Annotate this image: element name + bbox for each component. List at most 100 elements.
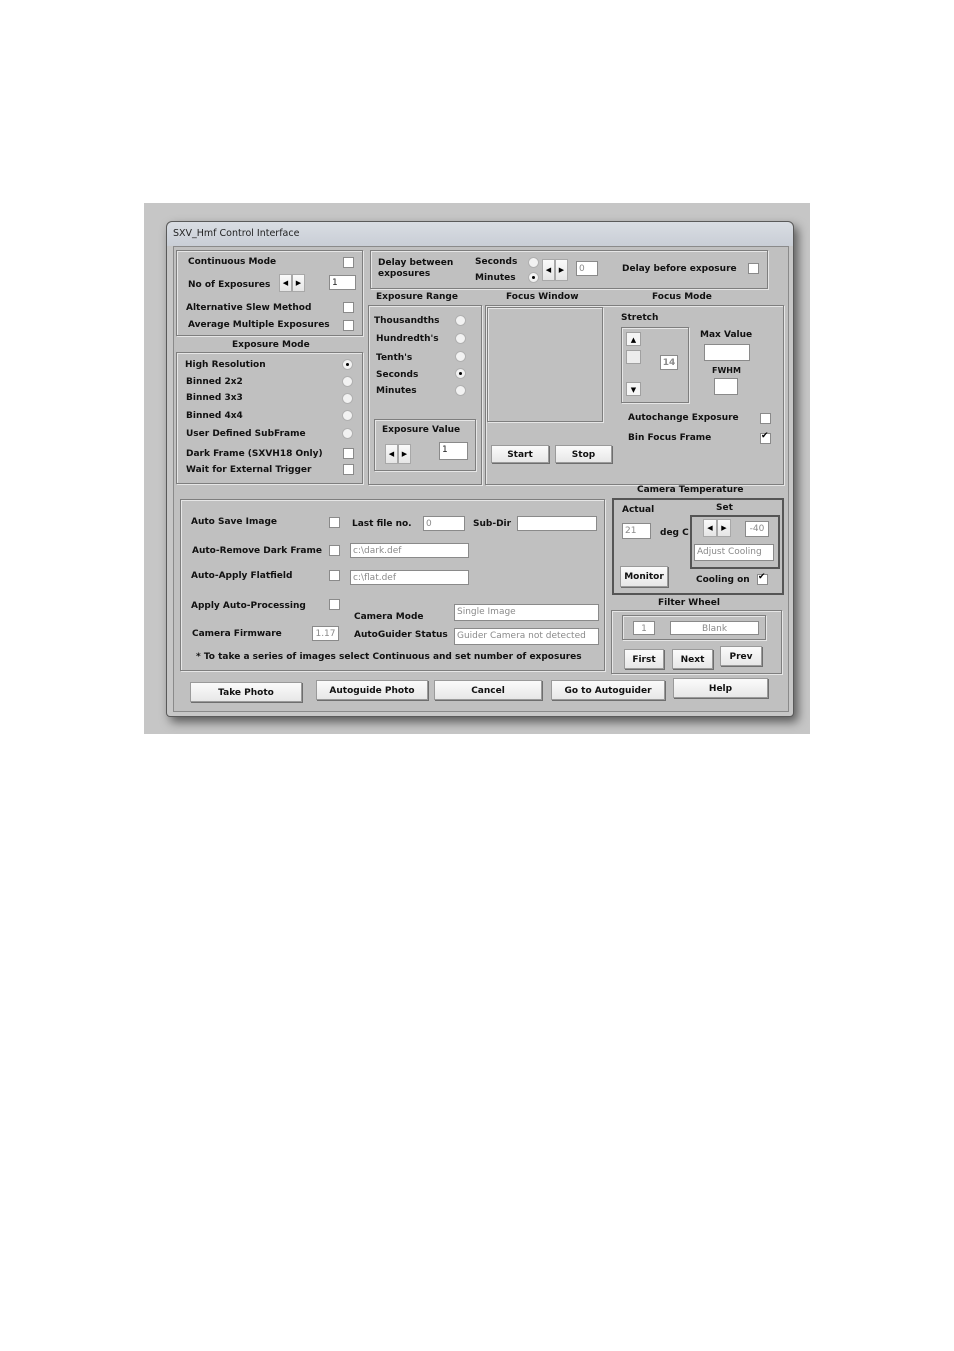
set-temp-value[interactable]: -40 [745, 521, 769, 537]
arrow-right-icon[interactable]: ▶ [717, 519, 731, 537]
range-seconds-radio[interactable] [455, 368, 466, 379]
wait-trigger-label: Wait for External Trigger [186, 465, 312, 475]
auto-remove-dark-label: Auto-Remove Dark Frame [192, 546, 322, 556]
auto-apply-flat-label: Auto-Apply Flatfield [191, 571, 293, 581]
stretch-value: 14 [660, 355, 678, 370]
auto-remove-dark-checkbox[interactable] [329, 545, 340, 556]
range-seconds-label: Seconds [376, 370, 419, 380]
camera-mode-value: Single Image [454, 604, 599, 621]
actual-temp-label: Actual [622, 505, 655, 515]
autochange-exposure-label: Autochange Exposure [628, 413, 739, 423]
auto-apply-flat-checkbox[interactable] [329, 570, 340, 581]
camera-temperature-title: Camera Temperature [637, 485, 744, 495]
mode-binned-4x4-label: Binned 4x4 [186, 411, 243, 421]
filter-prev-button[interactable]: Prev [720, 646, 762, 666]
no-of-exposures-spinner[interactable]: ◀ ▶ [279, 274, 305, 292]
focus-window-title: Focus Window [506, 292, 579, 302]
range-hundredths-radio[interactable] [455, 333, 466, 344]
focus-start-button[interactable]: Start [491, 445, 549, 463]
wait-trigger-checkbox[interactable] [343, 464, 354, 475]
series-hint-note: * To take a series of images select Cont… [196, 652, 582, 662]
delay-before-checkbox[interactable] [748, 263, 759, 274]
mode-binned-2x2-radio[interactable] [342, 376, 353, 387]
flat-path-input[interactable]: c:\flat.def [350, 570, 469, 585]
window-title: SXV_Hmf Control Interface [173, 228, 300, 239]
arrow-left-icon[interactable]: ◀ [385, 444, 398, 464]
mode-high-resolution-label: High Resolution [185, 360, 266, 370]
alt-slew-checkbox[interactable] [343, 302, 354, 313]
arrow-right-icon[interactable]: ▶ [292, 274, 305, 292]
monitor-button[interactable]: Monitor [620, 566, 668, 587]
stretch-label: Stretch [621, 313, 659, 323]
filter-position-value: 1 [633, 621, 655, 635]
mode-binned-3x3-label: Binned 3x3 [186, 393, 243, 403]
guider-status-label: AutoGuider Status [354, 630, 448, 640]
scroll-down-icon[interactable]: ▼ [626, 382, 641, 396]
arrow-left-icon[interactable]: ◀ [279, 274, 292, 292]
auto-save-checkbox[interactable] [329, 517, 340, 528]
camera-firmware-value: 1.17 [312, 626, 339, 641]
filter-first-button[interactable]: First [624, 649, 664, 669]
mode-subframe-radio[interactable] [342, 428, 353, 439]
exposure-value-spinner[interactable]: ◀ ▶ [385, 444, 411, 464]
scroll-up-icon[interactable]: ▲ [626, 332, 641, 346]
take-photo-button[interactable]: Take Photo [190, 682, 302, 702]
mode-subframe-label: User Defined SubFrame [186, 429, 306, 439]
cooling-on-checkbox[interactable] [757, 572, 768, 585]
exposure-mode-title: Exposure Mode [232, 340, 310, 350]
control-interface-window: SXV_Hmf Control Interface Continuous Mod… [166, 221, 794, 717]
focus-window-panel [487, 307, 603, 422]
deg-c-label: deg C [660, 528, 689, 538]
arrow-left-icon[interactable]: ◀ [703, 519, 717, 537]
alt-slew-label: Alternative Slew Method [186, 303, 312, 313]
dark-frame-label: Dark Frame (SXVH18 Only) [186, 449, 323, 459]
auto-processing-label: Apply Auto-Processing [191, 601, 306, 611]
delay-minutes-radio[interactable] [528, 272, 539, 283]
dark-path-input[interactable]: c:\dark.def [350, 543, 469, 558]
last-file-input[interactable]: 0 [423, 516, 465, 531]
adjust-cooling-field[interactable]: Adjust Cooling [694, 544, 774, 561]
exposure-value-input[interactable]: 1 [439, 442, 468, 460]
max-value-label: Max Value [700, 330, 753, 340]
range-tenths-radio[interactable] [455, 351, 466, 362]
mode-binned-4x4-radio[interactable] [342, 410, 353, 421]
range-hundredths-label: Hundredth's [376, 334, 439, 344]
cancel-button[interactable]: Cancel [434, 680, 542, 700]
arrow-right-icon[interactable]: ▶ [398, 444, 411, 464]
delay-between-label: Delay between exposures [378, 258, 454, 279]
no-of-exposures-input[interactable]: 1 [329, 275, 356, 290]
range-minutes-radio[interactable] [455, 385, 466, 396]
mode-high-resolution-radio[interactable] [342, 359, 353, 370]
continuous-mode-checkbox[interactable] [343, 257, 354, 268]
auto-processing-checkbox[interactable] [329, 599, 340, 610]
autochange-exposure-checkbox[interactable] [760, 413, 771, 424]
title-bar[interactable]: SXV_Hmf Control Interface [167, 222, 793, 246]
dark-frame-checkbox[interactable] [343, 448, 354, 459]
set-temp-spinner[interactable]: ◀ ▶ [703, 519, 731, 537]
avg-multiple-checkbox[interactable] [343, 320, 354, 331]
range-minutes-label: Minutes [376, 386, 417, 396]
delay-minutes-label: Minutes [475, 273, 516, 283]
bin-focus-frame-checkbox[interactable] [760, 431, 771, 444]
focus-stop-button[interactable]: Stop [555, 445, 612, 463]
arrow-left-icon[interactable]: ◀ [542, 259, 555, 281]
arrow-right-icon[interactable]: ▶ [555, 259, 568, 281]
range-thousandths-radio[interactable] [455, 315, 466, 326]
autoguide-photo-button[interactable]: Autoguide Photo [316, 680, 428, 700]
help-button[interactable]: Help [673, 678, 768, 698]
max-value-input[interactable] [704, 344, 750, 361]
last-file-label: Last file no. [352, 519, 412, 529]
delay-spinner[interactable]: ◀ ▶ [542, 259, 568, 281]
delay-seconds-radio[interactable] [528, 257, 539, 268]
sub-dir-input[interactable] [517, 516, 597, 531]
mode-binned-3x3-radio[interactable] [342, 393, 353, 404]
delay-value-input[interactable]: 0 [576, 261, 598, 276]
filter-next-button[interactable]: Next [672, 649, 713, 669]
fwhm-label: FWHM [712, 366, 741, 375]
exposure-value-title: Exposure Value [382, 425, 461, 435]
fwhm-input[interactable] [714, 378, 738, 395]
avg-multiple-label: Average Multiple Exposures [188, 320, 330, 330]
scroll-thumb[interactable] [626, 350, 641, 364]
go-to-autoguider-button[interactable]: Go to Autoguider [551, 680, 665, 700]
stretch-scrollbar[interactable]: ▲ ▼ [626, 332, 642, 396]
